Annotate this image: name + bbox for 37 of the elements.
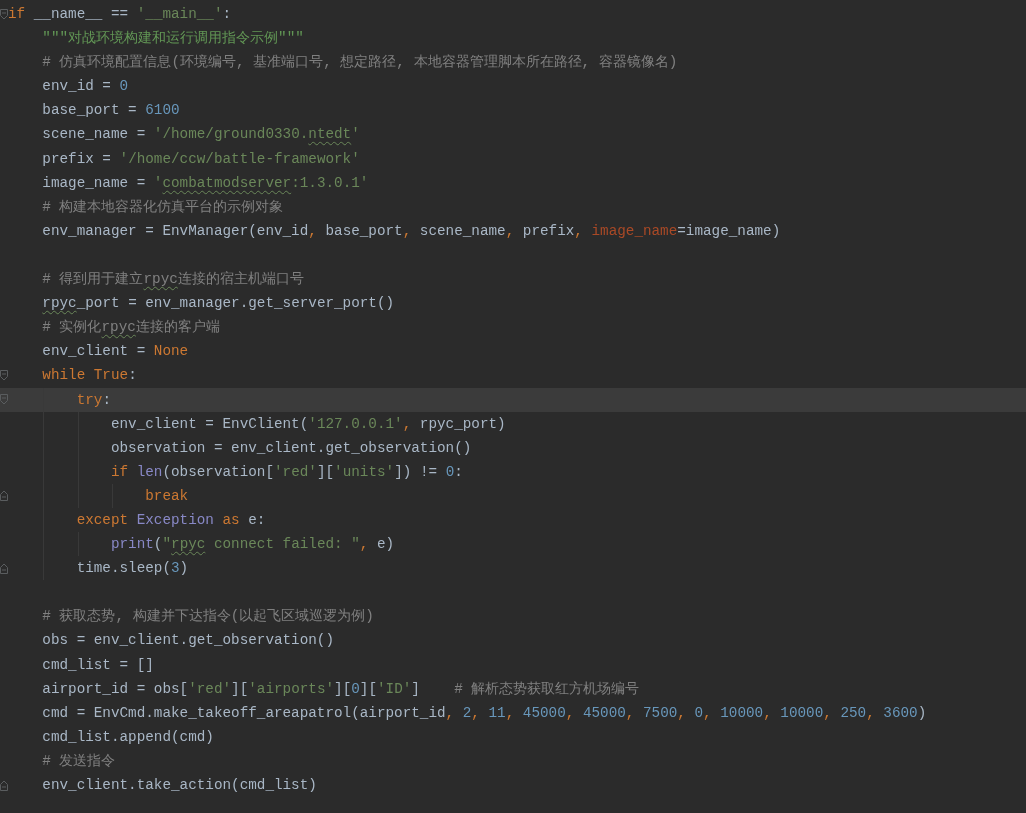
code-line: airport_id = obs['red']['airports'][0]['ID'] # 解析态势获取红方机场编号 <box>41 679 640 699</box>
fold-icon[interactable] <box>0 779 8 791</box>
code-line: # 发送指令 <box>41 751 116 771</box>
code-line: break <box>144 486 189 506</box>
fold-icon[interactable] <box>0 394 8 406</box>
fold-icon[interactable] <box>0 490 8 502</box>
code-line: time.sleep(3) <box>75 559 189 579</box>
code-line: env_client = None <box>41 342 189 362</box>
code-line: cmd_list.append(cmd) <box>41 727 214 747</box>
code-line: cmd = EnvCmd.make_takeoff_areapatrol(airport_id, 2, 11, 45000, 45000, 7500, 0, 10000, 10000, 250, 3600) <box>41 703 927 723</box>
code-line: image_name = 'combatmodserver:1.3.0.1' <box>41 173 369 193</box>
code-line: env_client = EnvClient('127.0.0.1', rpyc_port) <box>109 414 506 434</box>
code-line: if len(observation['red']['units']) != 0: <box>109 462 463 482</box>
fold-icon[interactable] <box>0 562 8 574</box>
code-line: prefix = '/home/ccw/battle-framework' <box>41 149 360 169</box>
code-line: cmd_list = [] <box>41 655 154 675</box>
code-line: while True: <box>41 366 137 386</box>
code-line: # 仿真环境配置信息(环境编号, 基准端口号, 想定路径, 本地容器管理脚本所在路径, 容器镜像名) <box>41 53 678 73</box>
code-line: except Exception as e: <box>75 510 266 530</box>
code-line: scene_name = '/home/ground0330.ntedt' <box>41 125 360 145</box>
code-line: obs = env_client.get_observation() <box>41 631 335 651</box>
code-line: rpyc_port = env_manager.get_server_port() <box>41 294 395 314</box>
code-line: # 构建本地容器化仿真平台的示例对象 <box>41 197 284 217</box>
code-line: # 得到用于建立rpyc连接的宿主机端口号 <box>41 270 304 290</box>
code-line: observation = env_client.get_observation() <box>109 438 472 458</box>
code-line: print("rpyc connect failed: ", e) <box>109 535 395 555</box>
code-line: env_id = 0 <box>41 77 129 97</box>
code-line: try: <box>75 390 111 410</box>
code-line: env_client.take_action(cmd_list) <box>41 776 317 795</box>
code-line: # 实例化rpyc连接的客户端 <box>41 318 220 338</box>
fold-icon[interactable] <box>0 8 8 20</box>
fold-icon[interactable] <box>0 369 8 381</box>
code-line: # 获取态势, 构建并下达指令(以起飞区域巡逻为例) <box>41 607 374 627</box>
code-line: """对战环境构建和运行调用指令示例""" <box>41 29 304 49</box>
code-line: base_port = 6100 <box>41 101 180 121</box>
code-line: if __name__ == '__main__': <box>8 5 232 24</box>
code-line: env_manager = EnvManager(env_id, base_port, scene_name, prefix, image_name=image_name) <box>41 221 781 241</box>
